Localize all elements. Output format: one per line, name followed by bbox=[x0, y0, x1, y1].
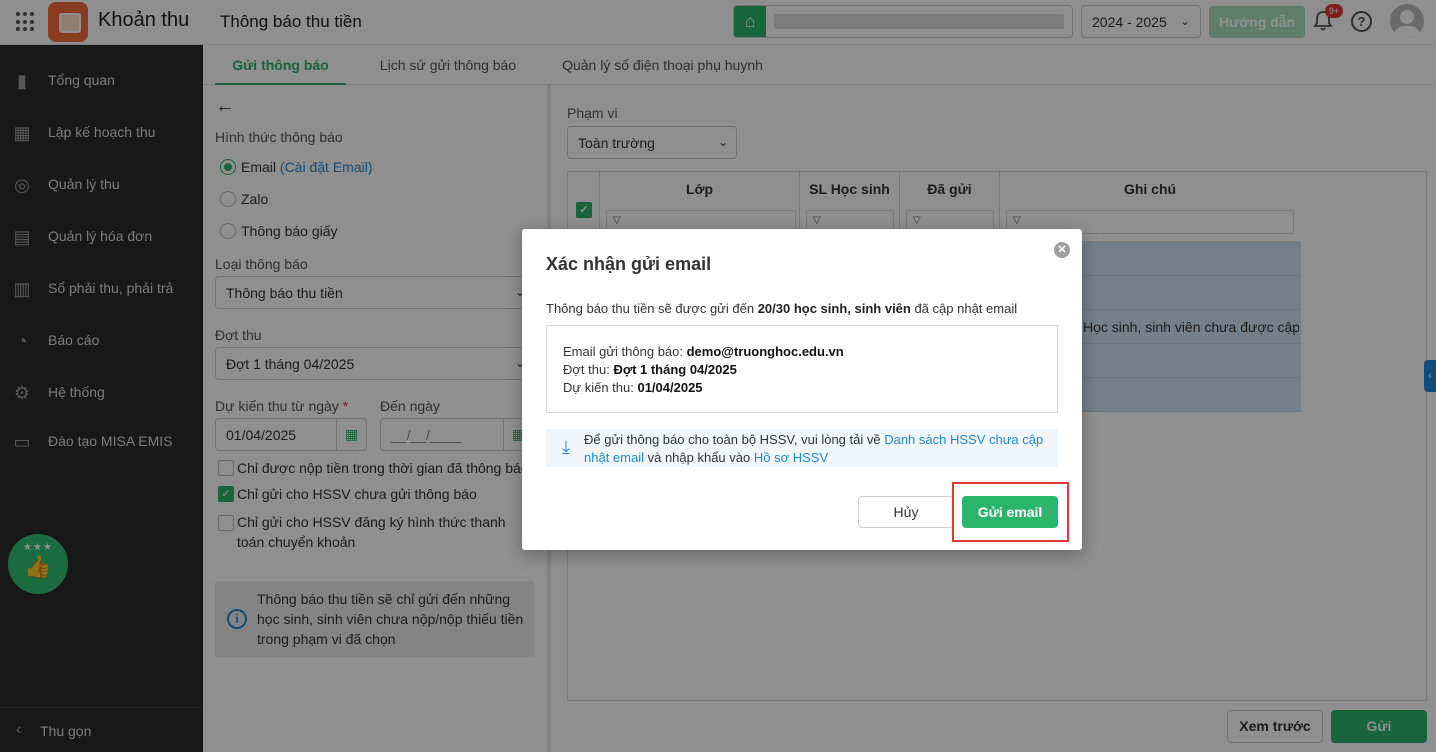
detail-period-value: Đợt 1 tháng 04/2025 bbox=[613, 362, 737, 377]
detail-date-label: Dự kiến thu: bbox=[563, 380, 638, 395]
download-icon: ⤓ bbox=[562, 437, 570, 457]
highlight-box bbox=[952, 482, 1069, 542]
dialog-message: Thông báo thu tiền sẽ được gửi đến 20/30… bbox=[546, 301, 1017, 316]
download-notice: ⤓ Để gửi thông báo cho toàn bộ HSSV, vui… bbox=[546, 429, 1058, 467]
detail-date: Dự kiến thu: 01/04/2025 bbox=[563, 380, 703, 395]
dialog-message-suffix: đã cập nhật email bbox=[910, 301, 1018, 316]
dialog-message-count: 20/30 học sinh, sinh viên bbox=[757, 301, 911, 316]
detail-email: Email gửi thông báo: demo@truonghoc.edu.… bbox=[563, 344, 844, 359]
dialog-title: Xác nhận gửi email bbox=[546, 254, 712, 274]
dialog-message-prefix: Thông báo thu tiền sẽ được gửi đến bbox=[546, 301, 758, 316]
detail-email-value: demo@truonghoc.edu.vn bbox=[686, 344, 844, 359]
detail-period: Đợt thu: Đợt 1 tháng 04/2025 bbox=[563, 362, 737, 377]
download-middle: và nhập khẩu vào bbox=[643, 450, 754, 465]
download-prefix: Để gửi thông báo cho toàn bộ HSSV, vui l… bbox=[584, 432, 885, 447]
detail-period-label: Đợt thu: bbox=[563, 362, 614, 377]
email-detail-box: Email gửi thông báo: demo@truonghoc.edu.… bbox=[546, 325, 1058, 413]
detail-email-label: Email gửi thông báo: bbox=[563, 344, 687, 359]
download-text: Để gửi thông báo cho toàn bộ HSSV, vui l… bbox=[584, 431, 1054, 467]
detail-date-value: 01/04/2025 bbox=[637, 380, 703, 395]
close-icon[interactable]: ✕ bbox=[1054, 242, 1070, 258]
student-profile-link[interactable]: Hồ sơ HSSV bbox=[754, 450, 828, 465]
cancel-button[interactable]: Hủy bbox=[858, 496, 954, 528]
